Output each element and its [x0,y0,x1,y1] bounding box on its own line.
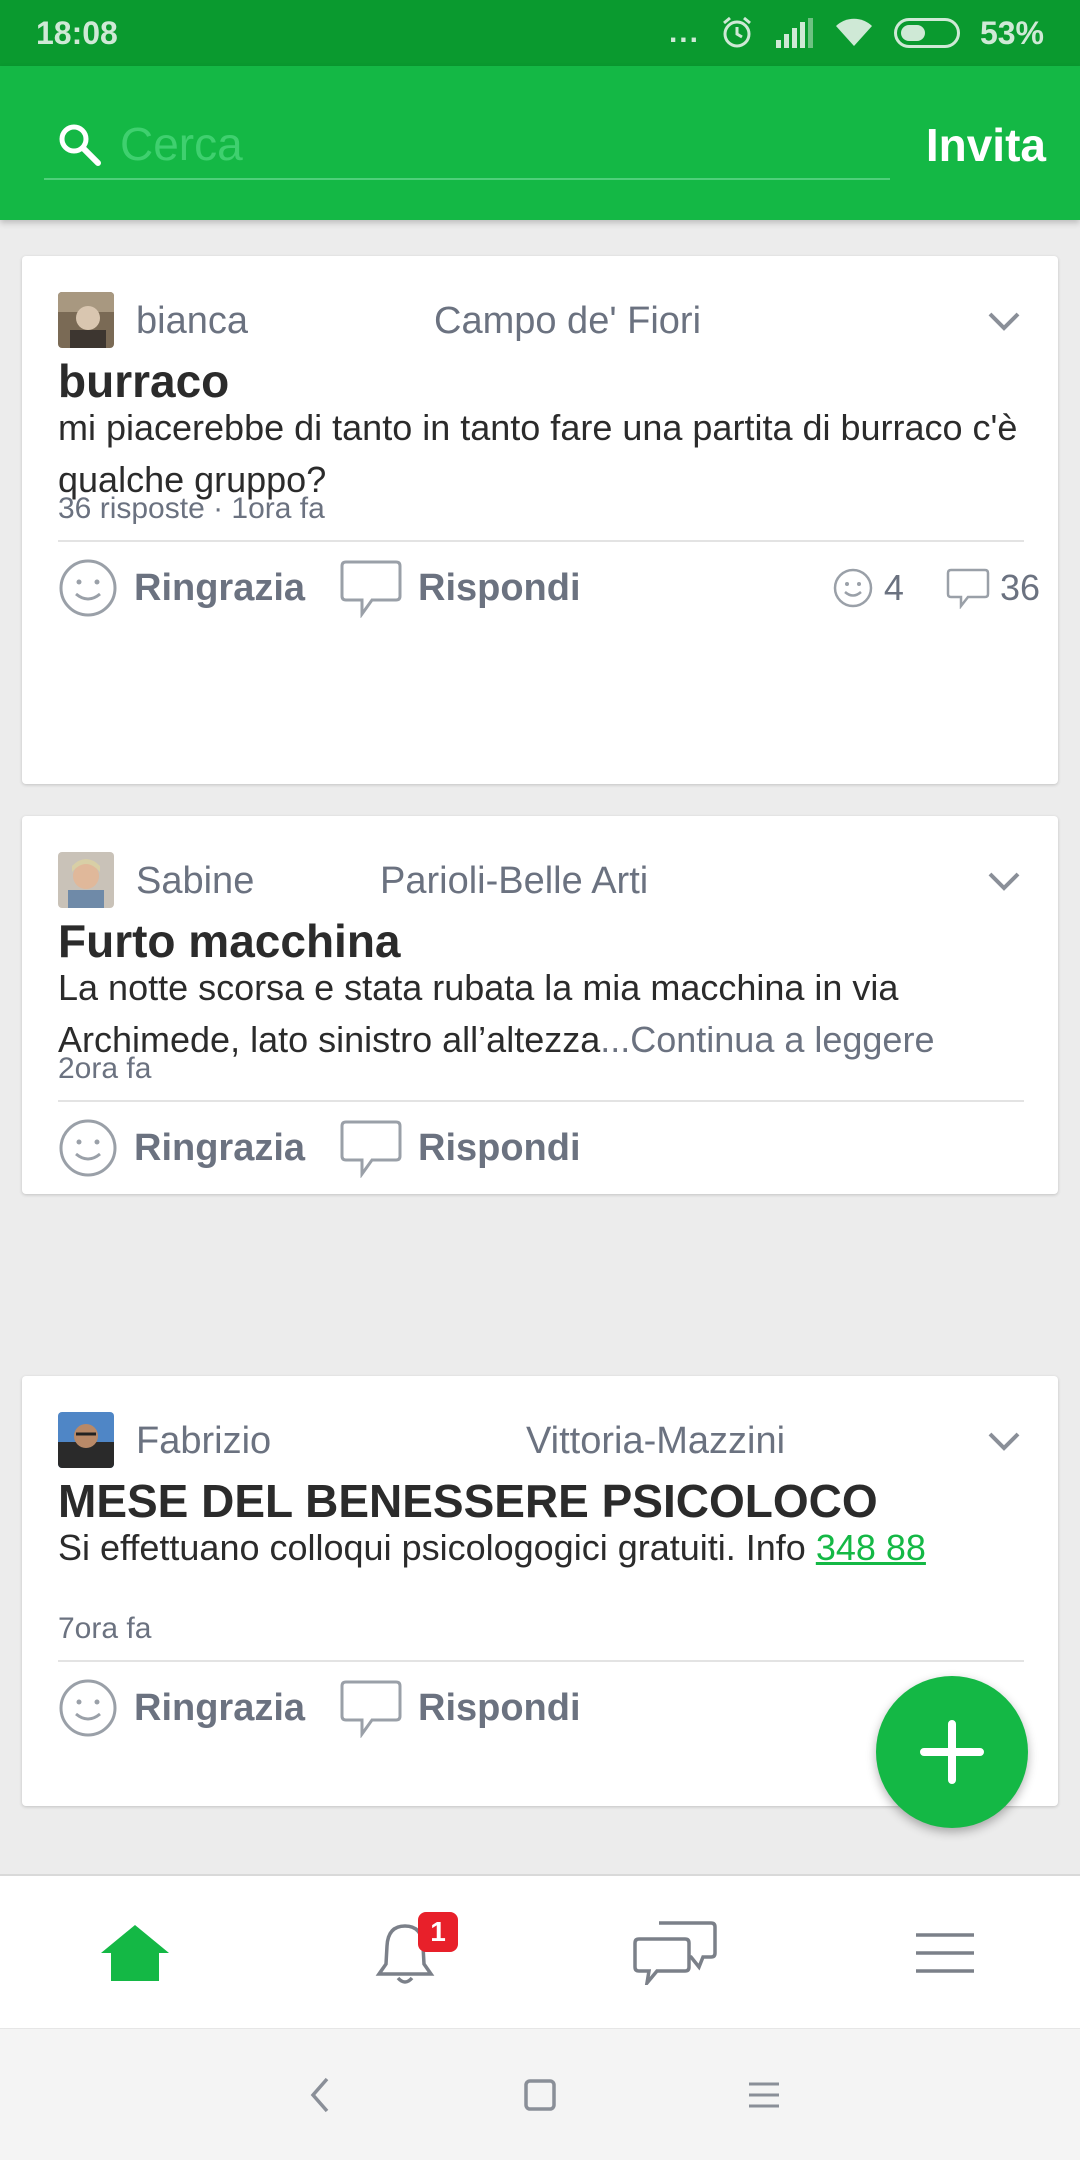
speech-bubble-icon [946,568,990,609]
post-header: Sabine Parioli-Belle Arti [58,852,1024,908]
speech-bubble-icon [340,1680,402,1738]
battery-percent: 53% [979,14,1044,51]
post-meta: 36 risposte · 1ora fa [58,492,325,525]
post-body-text: Si effettuano colloqui psicologogici gra… [58,1527,816,1568]
nav-menu[interactable] [810,1876,1080,2030]
thank-button[interactable]: Ringrazia [58,556,305,620]
post-meta: 2ora fa [58,1052,152,1085]
invite-button[interactable]: Invita [926,118,1046,172]
menu-icon [916,1933,974,1973]
post-author[interactable]: bianca [136,300,248,343]
app-header: Invita [0,66,1080,220]
post-title[interactable]: Furto macchina [58,914,401,968]
chevron-down-icon[interactable] [984,860,1024,900]
bottom-navigation: 1 [0,1874,1080,2028]
avatar[interactable] [58,1412,114,1468]
post-feed[interactable]: bianca Campo de' Fiori burraco mi piacer… [0,220,1080,1874]
alarm-icon [720,16,754,50]
status-time: 18:08 [36,14,118,51]
post-meta: 7ora fa [58,1612,152,1645]
divider [58,1100,1024,1102]
post-card[interactable]: bianca Campo de' Fiori burraco mi piacer… [22,256,1058,784]
status-dots: ... [668,16,700,49]
search-icon [59,124,101,166]
avatar[interactable] [58,852,114,908]
post-title[interactable]: MESE DEL BENESSERE PSICOLOCO [58,1474,878,1528]
thank-label: Ringrazia [134,1126,306,1169]
chevron-down-icon[interactable] [984,1420,1024,1460]
home-icon [101,1925,169,1981]
new-post-button[interactable] [876,1676,1028,1828]
post-body[interactable]: La notte scorsa e stata rubata la mia ma… [58,962,1024,1066]
system-back-button[interactable] [288,2063,352,2127]
system-home-button[interactable] [508,2063,572,2127]
post-neighborhood[interactable]: Vittoria-Mazzini [526,1420,785,1463]
system-menu-button[interactable] [732,2063,796,2127]
nav-home[interactable] [0,1876,270,2030]
divider [58,540,1024,542]
thank-label: Ringrazia [134,566,306,609]
reply-label: Rispondi [418,1126,581,1169]
smile-icon [59,1119,117,1177]
post-actions: Ringrazia Rispondi 4 36 [58,556,1040,620]
signal-icon [774,18,814,48]
post-author[interactable]: Fabrizio [136,1420,271,1463]
chat-icon [633,1921,717,1985]
speech-bubble-icon [340,560,402,618]
avatar[interactable] [58,292,114,348]
post-stats: 4 36 [804,556,1040,620]
square-icon [524,2079,556,2111]
reply-label: Rispondi [418,1686,581,1729]
chevron-down-icon[interactable] [984,300,1024,340]
reply-button[interactable]: Rispondi [340,1116,581,1180]
post-actions: Ringrazia Rispondi [58,1116,1040,1180]
plus-icon [920,1720,984,1784]
thank-button[interactable]: Ringrazia [58,1116,305,1180]
system-navigation [0,2028,1080,2160]
nav-messages[interactable] [540,1876,810,2030]
divider [58,1660,1024,1662]
reply-count: 36 [946,567,1040,609]
phone-link[interactable]: 348 88 [816,1527,926,1568]
thanks-count-value: 4 [883,567,904,608]
smile-icon [59,559,117,617]
smile-icon [59,1679,117,1737]
nav-notifications[interactable]: 1 [270,1876,540,2030]
post-neighborhood[interactable]: Campo de' Fiori [434,300,701,343]
post-body[interactable]: mi piacerebbe di tanto in tanto fare una… [58,402,1024,506]
thank-button[interactable]: Ringrazia [58,1676,305,1740]
post-body[interactable]: Si effettuano colloqui psicologogici gra… [58,1522,1024,1574]
post-header: Fabrizio Vittoria-Mazzini [58,1412,1024,1468]
menu-icon [749,2082,779,2108]
reply-label: Rispondi [418,566,581,609]
read-more-link[interactable]: ...Continua a leggere [600,1019,934,1060]
reply-button[interactable]: Rispondi [340,1676,581,1740]
smile-icon [833,568,873,608]
status-bar: 18:08 ... 53% [0,0,1080,66]
post-card[interactable]: Sabine Parioli-Belle Arti Furto macchina… [22,816,1058,1194]
post-neighborhood[interactable]: Parioli-Belle Arti [380,860,648,903]
post-header: bianca Campo de' Fiori [58,292,1024,348]
status-icons: ... 53% [669,15,1044,52]
back-icon [310,2077,329,2113]
wifi-icon [834,18,874,48]
post-author[interactable]: Sabine [136,860,254,903]
reply-button[interactable]: Rispondi [340,556,581,620]
thanks-count: 4 [832,567,904,609]
notification-badge: 1 [418,1912,458,1952]
reply-count-value: 36 [999,567,1040,608]
post-title[interactable]: burraco [58,354,229,408]
search-bar[interactable] [44,110,890,180]
search-input[interactable] [120,117,820,171]
battery-icon [893,18,960,48]
speech-bubble-icon [340,1120,402,1178]
thank-label: Ringrazia [134,1686,306,1729]
